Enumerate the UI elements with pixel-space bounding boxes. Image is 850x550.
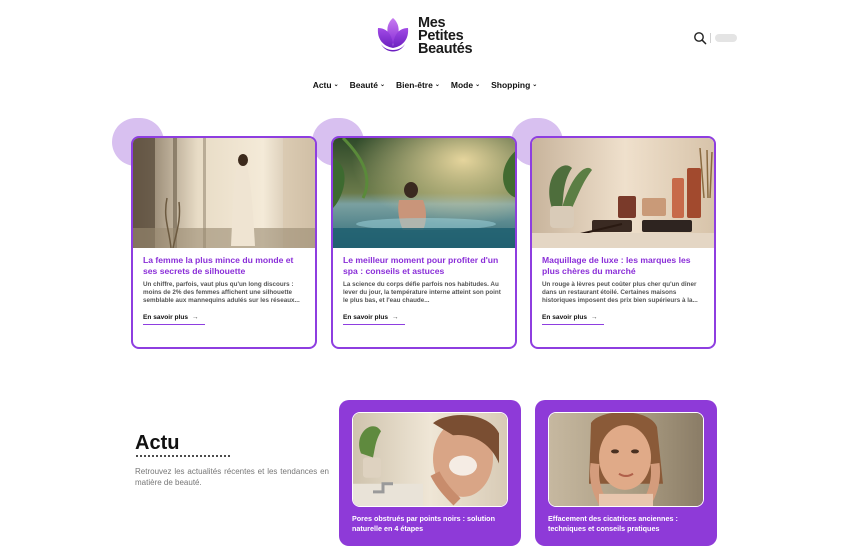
featured-card[interactable]: Maquillage de luxe : les marques les plu…: [530, 136, 716, 349]
chevron-down-icon: ⌄: [475, 81, 481, 88]
card-image-woman-window[interactable]: [133, 138, 315, 248]
card-excerpt: Un chiffre, parfois, vaut plus qu'un lon…: [143, 281, 300, 305]
nav-item-bien-etre[interactable]: Bien-être ⌄: [396, 80, 440, 90]
chevron-down-icon: ⌄: [333, 81, 339, 88]
post-card[interactable]: Pores obstrués par points noirs : soluti…: [339, 400, 521, 546]
featured-card[interactable]: La femme la plus mince du monde et ses s…: [131, 136, 317, 349]
card-title[interactable]: La femme la plus mince du monde et ses s…: [143, 255, 305, 276]
read-more-link[interactable]: En savoir plus →: [143, 314, 205, 325]
read-more-link[interactable]: En savoir plus →: [343, 314, 405, 325]
post-image-woman-portrait[interactable]: [548, 412, 704, 507]
nav-item-label: Shopping: [491, 80, 531, 90]
site-logo[interactable]: Mes Petites Beautés: [374, 14, 473, 58]
post-title[interactable]: Effacement des cicatrices anciennes : te…: [548, 514, 704, 533]
card-excerpt: Un rouge à lèvres peut coûter plus cher …: [542, 281, 698, 305]
nav-item-label: Mode: [450, 80, 474, 90]
card-title[interactable]: Le meilleur moment pour profiter d'un sp…: [343, 255, 505, 276]
nav-item-label: Beauté: [349, 80, 378, 90]
read-more-label: En savoir plus: [542, 313, 588, 321]
dotted-divider: [135, 455, 231, 457]
card-excerpt: La science du corps défie parfois nos ha…: [343, 281, 501, 305]
arrow-right-icon: →: [590, 313, 598, 321]
chevron-down-icon: ⌄: [434, 81, 440, 88]
logo-text: Mes Petites Beautés: [418, 15, 473, 57]
nav-item-label: Actu: [312, 80, 332, 90]
read-more-label: En savoir plus: [143, 313, 189, 321]
theme-toggle[interactable]: [715, 34, 737, 42]
featured-card[interactable]: Le meilleur moment pour profiter d'un sp…: [331, 136, 517, 349]
section-description: Retrouvez les actualités récentes et les…: [135, 467, 329, 487]
search-icon[interactable]: [693, 31, 707, 45]
post-title[interactable]: Pores obstrués par points noirs : soluti…: [352, 514, 508, 533]
logo-line: Beautés: [418, 40, 473, 57]
arrow-right-icon: →: [391, 313, 399, 321]
lotus-logo-icon: [377, 18, 409, 52]
nav-item-shopping[interactable]: Shopping ⌄: [491, 80, 537, 90]
nav-item-beaute[interactable]: Beauté ⌄: [350, 80, 385, 90]
nav-item-mode[interactable]: Mode ⌄: [451, 80, 480, 90]
main-nav: Actu ⌄ Beauté ⌄ Bien-être ⌄ Mode ⌄ Shopping ⌄: [0, 80, 850, 90]
card-title[interactable]: Maquillage de luxe : les marques les plu…: [542, 255, 704, 276]
header-divider: [710, 33, 711, 43]
page: Mes Petites Beautés Actu ⌄ Beauté ⌄ Bien-ê…: [0, 0, 850, 550]
post-image-face-wash[interactable]: [352, 412, 508, 507]
read-more-link[interactable]: En savoir plus →: [542, 314, 604, 325]
card-image-luxury-makeup[interactable]: [532, 138, 714, 248]
post-card[interactable]: Effacement des cicatrices anciennes : te…: [535, 400, 717, 546]
arrow-right-icon: →: [191, 313, 199, 321]
nav-item-label: Bien-être: [395, 80, 433, 90]
read-more-label: En savoir plus: [343, 313, 389, 321]
section-title: Actu: [135, 432, 180, 454]
chevron-down-icon: ⌄: [532, 81, 538, 88]
chevron-down-icon: ⌄: [379, 81, 385, 88]
card-image-spa[interactable]: [333, 138, 515, 248]
nav-item-actu[interactable]: Actu ⌄: [313, 80, 339, 90]
